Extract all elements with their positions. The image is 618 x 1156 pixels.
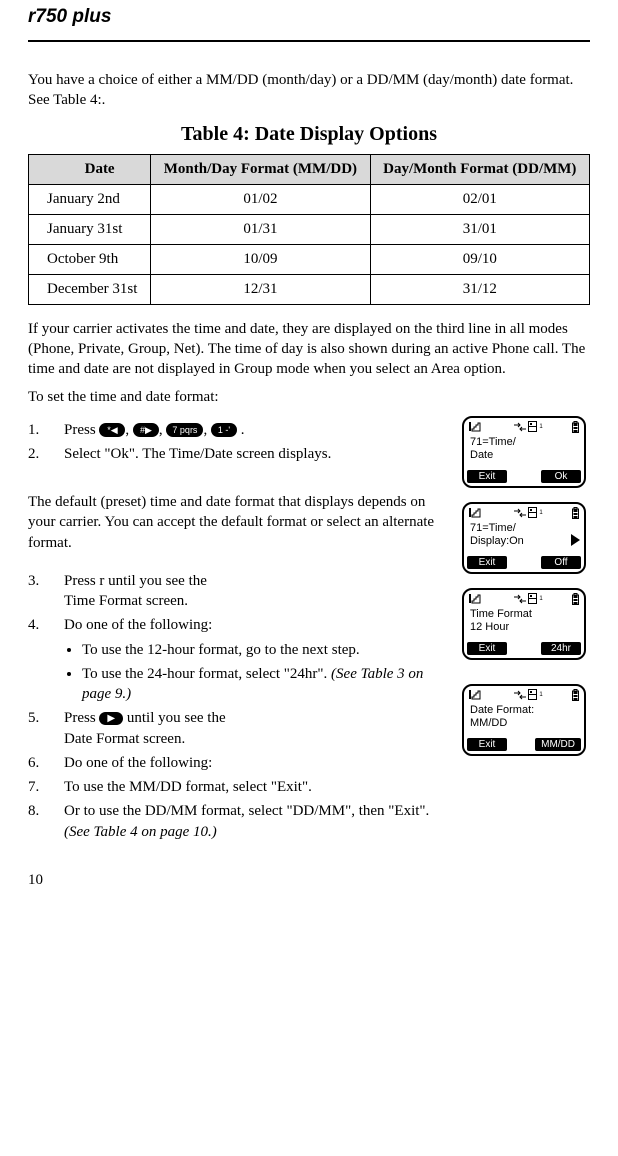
- softkey-right[interactable]: MM/DD: [535, 738, 581, 751]
- paragraph: If your carrier activates the time and d…: [28, 319, 590, 380]
- steps-list-c: Press ▶ until you see the Date Format sc…: [28, 708, 452, 842]
- intro-paragraph: You have a choice of either a MM/DD (mon…: [28, 70, 590, 111]
- table-header: Date: [29, 154, 151, 184]
- softkey-left[interactable]: Exit: [467, 642, 507, 655]
- sim-icon: [528, 507, 537, 518]
- bullets-step4: To use the 12-hour format, go to the nex…: [28, 640, 452, 705]
- phone-screen: 1 Date Format: MM/DD Exit MM/DD: [462, 684, 586, 756]
- header-rule: [28, 40, 590, 42]
- right-arrow-key-icon: ▶: [99, 712, 123, 725]
- status-sup: 1: [539, 510, 542, 516]
- status-bar: 1: [464, 686, 584, 702]
- table-header: Day/Month Format (DD/MM): [370, 154, 589, 184]
- status-sup: 1: [539, 596, 542, 602]
- table-row: January 31st 01/31 31/01: [29, 214, 590, 244]
- status-bar: 1: [464, 590, 584, 606]
- bullet: To use the 12-hour format, go to the nex…: [82, 640, 452, 660]
- paragraph: The default (preset) time and date forma…: [28, 492, 452, 553]
- step-1: Press *◀, #▶, 7 pqrs, 1 -' .: [28, 420, 452, 440]
- phone-screen: 1 Time Format 12 Hour Exit 24hr: [462, 588, 586, 660]
- sim-icon: [528, 421, 537, 432]
- table-row: December 31st 12/31 31/12: [29, 274, 590, 304]
- softkey-right[interactable]: Off: [541, 556, 581, 569]
- table-header: Month/Day Format (MM/DD): [151, 154, 370, 184]
- steps-list-b: Press r until you see the Time Format sc…: [28, 571, 452, 636]
- steps-list-a: Press *◀, #▶, 7 pqrs, 1 -' . Select "Ok"…: [28, 420, 452, 465]
- key-icon: #▶: [133, 423, 159, 437]
- sim-icon: [528, 689, 537, 700]
- status-bar: 1: [464, 418, 584, 434]
- battery-icon: [572, 689, 579, 701]
- right-triangle-icon: [571, 534, 580, 546]
- arrows-icon: [514, 422, 526, 432]
- status-sup: 1: [539, 692, 542, 698]
- battery-icon: [572, 507, 579, 519]
- step-6: Do one of the following:: [28, 753, 452, 773]
- table-row: January 2nd 01/02 02/01: [29, 184, 590, 214]
- step-3: Press r until you see the Time Format sc…: [28, 571, 452, 612]
- key-icon: *◀: [99, 423, 125, 437]
- arrows-icon: [514, 594, 526, 604]
- battery-icon: [572, 421, 579, 433]
- signal-icon: [469, 689, 485, 700]
- softkey-left[interactable]: Exit: [467, 470, 507, 483]
- step-7: To use the MM/DD format, select "Exit".: [28, 777, 452, 797]
- model-name: r750: [28, 6, 67, 27]
- sim-icon: [528, 593, 537, 604]
- key-icon: 7 pqrs: [166, 423, 203, 437]
- softkey-right[interactable]: 24hr: [541, 642, 581, 655]
- signal-icon: [469, 507, 485, 518]
- battery-icon: [572, 593, 579, 605]
- screen-body: Time Format 12 Hour: [464, 606, 584, 642]
- page-header: r750 plus: [28, 0, 590, 34]
- signal-icon: [469, 421, 485, 432]
- screen-body: 71=Time/ Display:On: [464, 520, 584, 556]
- status-sup: 1: [539, 424, 542, 430]
- softkey-right[interactable]: Ok: [541, 470, 581, 483]
- page-number: 10: [28, 872, 590, 889]
- bullet: To use the 24-hour format, select "24hr"…: [82, 664, 452, 705]
- status-bar: 1: [464, 504, 584, 520]
- arrows-icon: [514, 508, 526, 518]
- step-5: Press ▶ until you see the Date Format sc…: [28, 708, 452, 749]
- step-2: Select "Ok". The Time/Date screen displa…: [28, 444, 452, 464]
- step-8: Or to use the DD/MM format, select "DD/M…: [28, 801, 452, 842]
- table-title: Table 4: Date Display Options: [28, 123, 590, 146]
- softkey-left[interactable]: Exit: [467, 738, 507, 751]
- signal-icon: [469, 593, 485, 604]
- screen-body: Date Format: MM/DD: [464, 702, 584, 738]
- arrows-icon: [514, 690, 526, 700]
- softkey-left[interactable]: Exit: [467, 556, 507, 569]
- step-4: Do one of the following:: [28, 615, 452, 635]
- date-format-table: Date Month/Day Format (MM/DD) Day/Month …: [28, 154, 590, 305]
- screen-body: 71=Time/ Date: [464, 434, 584, 470]
- phone-screen: 1 71=Time/ Display:On Exit Off: [462, 502, 586, 574]
- table-row: October 9th 10/09 09/10: [29, 244, 590, 274]
- phone-screen: 1 71=Time/ Date Exit Ok: [462, 416, 586, 488]
- paragraph: To set the time and date format:: [28, 387, 590, 407]
- key-icon: 1 -': [211, 423, 237, 437]
- model-suffix: plus: [72, 6, 111, 27]
